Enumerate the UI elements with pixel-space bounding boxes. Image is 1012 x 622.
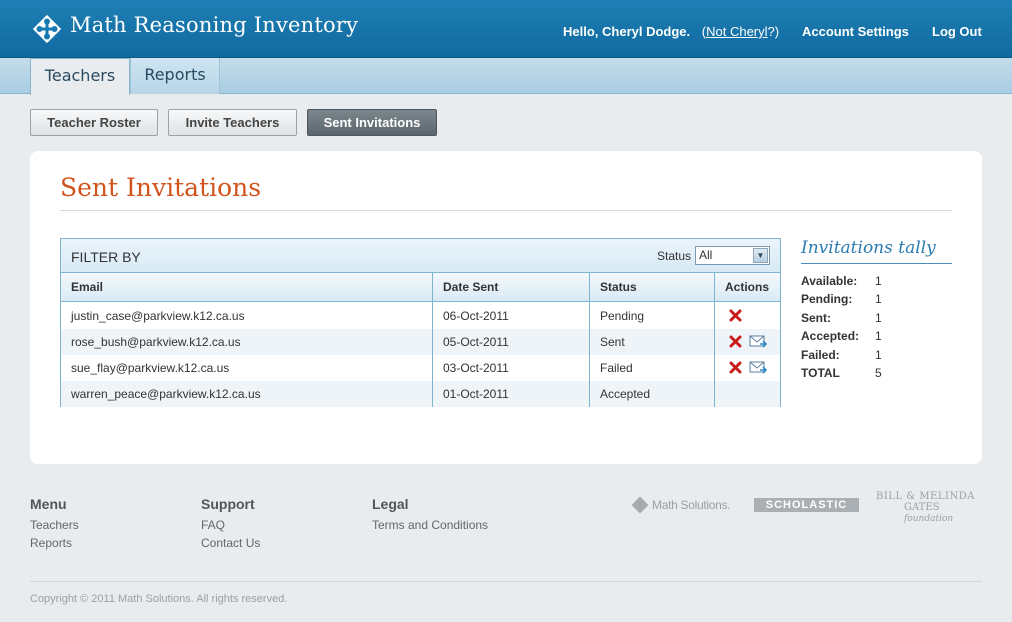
top-header: Math Reasoning Inventory Hello, Cheryl D… [0,0,1012,58]
copyright-text: Copyright © 2011 Math Solutions. All rig… [30,593,288,605]
footer-link-terms[interactable]: Terms and Conditions [372,518,488,532]
row-status: Sent [600,335,625,349]
table-row: sue_flay@parkview.k12.ca.us 03-Oct-2011 … [61,355,780,381]
tally-value: 1 [875,274,882,288]
delete-icon[interactable] [729,335,742,348]
gates-logo-line2: GATES [904,502,940,513]
gates-foundation-logo[interactable]: BILL & MELINDA GATES foundation [876,491,984,524]
row-email: rose_bush@parkview.k12.ca.us [71,335,241,349]
table-header: Email Date Sent Status Actions [61,273,780,302]
resend-email-icon[interactable] [749,334,767,349]
resend-email-icon[interactable] [749,360,767,375]
row-date: 06-Oct-2011 [443,309,509,323]
account-settings-link[interactable]: Account Settings [802,24,909,39]
tally-title: Invitations tally [801,238,936,258]
scholastic-logo[interactable]: SCHOLASTIC [754,498,859,512]
status-filter-value: All [699,248,713,262]
tab-teachers[interactable]: Teachers [30,58,130,95]
tab-reports[interactable]: Reports [130,58,220,94]
invitations-table: FILTER BY Status All ▼ Email Date Sent S… [60,238,781,407]
filter-bar: FILTER BY Status All ▼ [61,239,780,273]
tally-label: Accepted: [801,329,860,343]
table-row: warren_peace@parkview.k12.ca.us 01-Oct-2… [61,381,780,407]
invite-teachers-button[interactable]: Invite Teachers [168,109,297,136]
gates-logo-line2-wrap: GATES foundation [876,502,984,524]
column-header-date-sent[interactable]: Date Sent [433,273,590,302]
tally-label: Failed: [801,348,840,362]
gates-logo-line1: BILL & MELINDA [876,491,975,502]
math-solutions-text: Math Solutions. [652,498,731,512]
column-divider [589,273,590,407]
tally-label: Sent: [801,311,831,325]
row-email: justin_case@parkview.k12.ca.us [71,309,245,323]
user-greeting: Hello, Cheryl Dodge. (Not Cheryl?) [563,24,779,39]
chevron-down-icon: ▼ [753,248,768,263]
row-email: warren_peace@parkview.k12.ca.us [71,387,261,401]
app-title: Math Reasoning Inventory [70,13,359,37]
row-status: Failed [600,361,633,375]
table-row: rose_bush@parkview.k12.ca.us 05-Oct-2011… [61,329,780,355]
column-header-status[interactable]: Status [590,273,715,302]
tally-value: 1 [875,348,882,362]
row-date: 03-Oct-2011 [443,361,509,375]
page-title: Sent Invitations [60,173,262,202]
tally-value: 1 [875,311,882,325]
footer-link-faq[interactable]: FAQ [201,518,225,532]
teacher-roster-button[interactable]: Teacher Roster [30,109,158,136]
not-user-link[interactable]: Not Cheryl [706,24,767,39]
gates-logo-line3: foundation [904,514,954,524]
footer-link-teachers[interactable]: Teachers [30,518,79,532]
row-date: 01-Oct-2011 [443,387,509,401]
tally-label: Pending: [801,292,853,306]
status-filter-select[interactable]: All ▼ [695,246,770,265]
footer-link-reports[interactable]: Reports [30,536,72,550]
footer-legal-heading: Legal [372,496,409,512]
footer-support-heading: Support [201,496,255,512]
filter-by-label: FILTER BY [71,249,141,265]
tab-bar: Teachers Reports [0,58,1012,95]
row-date: 05-Oct-2011 [443,335,509,349]
tally-value: 1 [875,292,882,306]
math-solutions-mark-icon [631,496,649,514]
table-row: justin_case@parkview.k12.ca.us 06-Oct-20… [61,303,780,329]
row-email: sue_flay@parkview.k12.ca.us [71,361,230,375]
footer-menu-heading: Menu [30,496,67,512]
greeting-text: Hello, Cheryl Dodge. [563,24,691,39]
delete-icon[interactable] [729,361,742,374]
row-status: Pending [600,309,645,323]
delete-icon[interactable] [729,309,742,322]
column-divider [714,273,715,407]
tally-divider [801,263,952,264]
column-header-email[interactable]: Email [61,273,433,302]
column-divider [432,273,433,407]
log-out-link[interactable]: Log Out [932,24,982,39]
tally-value: 1 [875,329,882,343]
title-divider [60,210,952,211]
tally-label: TOTAL [801,366,840,380]
tally-value: 5 [875,366,882,380]
footer-divider [30,581,982,582]
math-solutions-logo[interactable]: Math Solutions. [630,494,738,516]
tally-label: Available: [801,274,858,288]
main-panel: Sent Invitations FILTER BY Status All ▼ … [30,151,982,464]
status-filter-label: Status [657,249,692,263]
not-user-paren-close: ?) [767,24,780,39]
math-logo-icon[interactable] [30,12,64,46]
row-status: Accepted [600,387,651,401]
footer-link-contact-us[interactable]: Contact Us [201,536,260,550]
sent-invitations-button[interactable]: Sent Invitations [307,109,437,136]
column-header-actions: Actions [725,280,770,294]
